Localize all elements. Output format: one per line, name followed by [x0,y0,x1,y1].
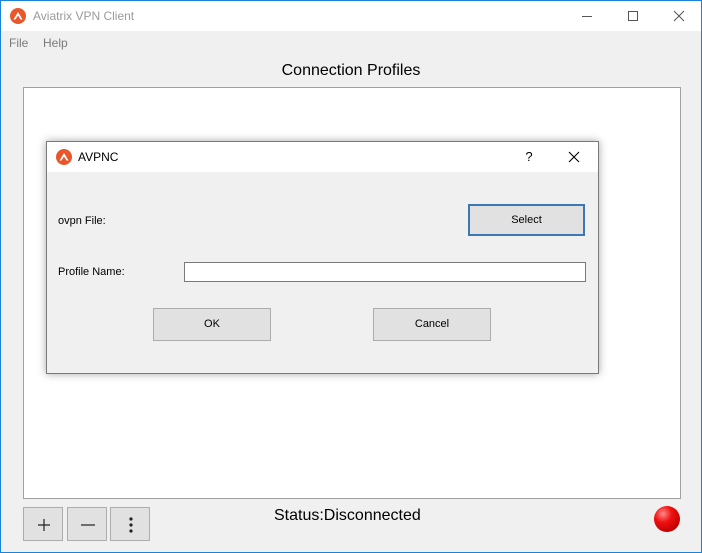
title-bar[interactable]: Aviatrix VPN Client [1,1,701,31]
minimize-icon [582,16,592,17]
menu-help[interactable]: Help [43,36,68,50]
aviatrix-logo-icon [56,149,72,165]
connection-status: Status:Disconnected [274,507,421,524]
profile-name-field[interactable] [184,262,586,282]
status-indicator-icon [654,506,680,532]
profile-name-label: Profile Name: [58,266,125,278]
help-button[interactable]: ? [523,149,535,164]
cancel-button[interactable]: Cancel [373,308,491,341]
menu-bar: File Help [1,32,701,52]
minus-icon [81,524,95,526]
dialog-title: AVPNC [78,150,119,164]
window-title: Aviatrix VPN Client [33,9,135,23]
aviatrix-logo-icon [10,8,26,24]
close-icon [673,10,685,22]
ok-button[interactable]: OK [153,308,271,341]
ovpn-file-label: ovpn File: [58,215,106,227]
main-window: Aviatrix VPN Client File Help Connection… [0,0,702,553]
remove-profile-button[interactable] [67,507,107,541]
menu-file[interactable]: File [9,36,28,50]
add-profile-button[interactable] [23,507,63,541]
more-options-button[interactable] [110,507,150,541]
close-button[interactable] [656,1,702,31]
plus-icon [38,519,50,531]
maximize-button[interactable] [610,1,656,31]
minimize-button[interactable] [564,1,610,31]
dialog-title-bar[interactable]: AVPNC ? [47,142,598,172]
select-file-button[interactable]: Select [468,204,585,236]
page-title: Connection Profiles [281,62,421,79]
close-icon [568,151,580,163]
vertical-ellipsis-icon [129,517,133,533]
add-profile-dialog: AVPNC ? ovpn File: Select Profile Name: … [46,141,599,374]
maximize-icon [628,11,638,21]
dialog-close-button[interactable] [559,145,589,169]
